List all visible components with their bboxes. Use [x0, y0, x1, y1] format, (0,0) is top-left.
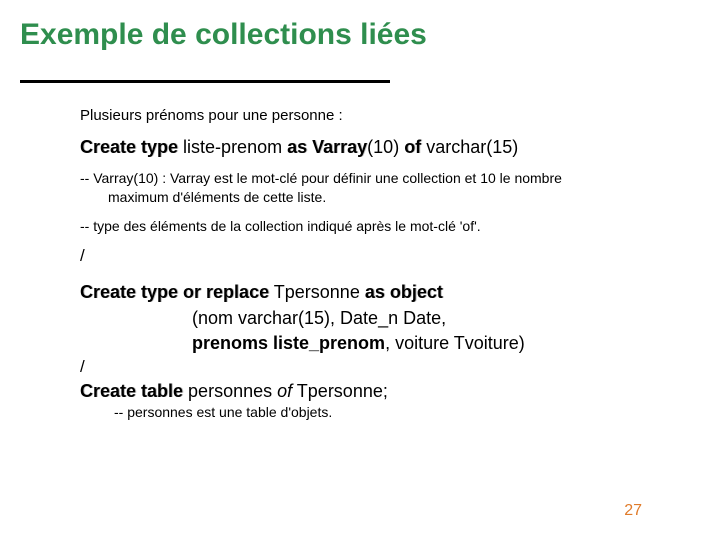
keyword-of-table: of [277, 381, 292, 401]
slash-terminator-1: / [80, 246, 690, 266]
type-name: liste-prenom [178, 137, 287, 157]
keyword-as-varray: as Varray [287, 137, 367, 157]
datatype: varchar(15) [421, 137, 518, 157]
page-number: 27 [624, 502, 642, 520]
remaining-fields: , voiture Tvoiture) [385, 333, 525, 353]
object-type-name: Tpersonne [269, 282, 365, 302]
object-fields-line1: (nom varchar(15), Date_n Date, [80, 306, 690, 330]
content-area: Plusieurs prénoms pour une personne : Cr… [20, 107, 700, 420]
keyword-create-type-or-replace: Create type or replace [80, 282, 269, 302]
table-type: Tpersonne; [292, 381, 388, 401]
comment-of: -- type des éléments de la collection in… [80, 217, 690, 236]
table-name: personnes [183, 381, 277, 401]
slash-terminator-2: / [80, 357, 690, 377]
comment-line2: maximum d'éléments de cette liste. [80, 188, 690, 207]
prenoms-field: prenoms liste_prenom [192, 333, 385, 353]
keyword-create-type: Create type [80, 137, 178, 157]
keyword-create-table: Create table [80, 381, 183, 401]
keyword-as-object: as object [365, 282, 443, 302]
intro-text: Plusieurs prénoms pour une personne : [80, 107, 690, 124]
slide: Exemple de collections liées Plusieurs p… [0, 0, 720, 540]
comment-varray: -- Varray(10) : Varray est le mot-clé po… [80, 169, 690, 207]
comment-table: -- personnes est une table d'objets. [80, 404, 690, 420]
keyword-of: of [404, 137, 421, 157]
divider [20, 80, 390, 83]
varray-size: (10) [367, 137, 404, 157]
create-type-object-statement: Create type or replace Tpersonne as obje… [80, 280, 690, 304]
create-type-statement: Create type liste-prenom as Varray(10) o… [80, 136, 690, 159]
comment-line1: -- Varray(10) : Varray est le mot-clé po… [80, 170, 562, 186]
object-fields-line2: prenoms liste_prenom, voiture Tvoiture) [80, 331, 690, 355]
create-table-statement: Create table personnes of Tpersonne; [80, 381, 690, 402]
slide-title: Exemple de collections liées [20, 18, 700, 52]
